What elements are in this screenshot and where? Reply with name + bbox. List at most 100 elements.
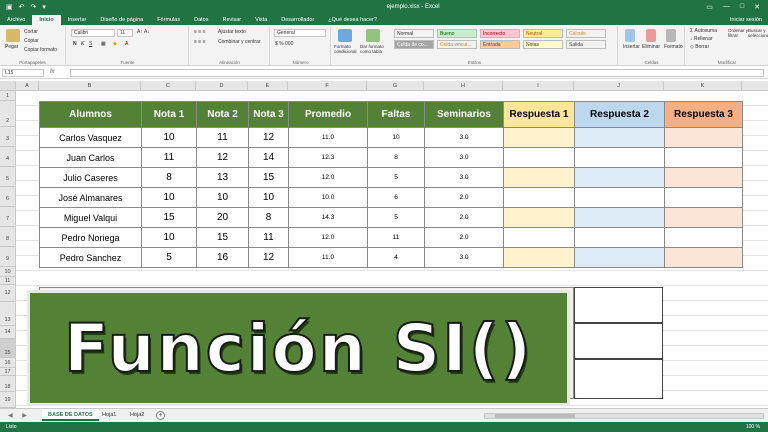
cell-nota-2[interactable]: 12 [196, 147, 249, 168]
cell-respuesta-1[interactable] [503, 227, 575, 248]
cell-alumno[interactable]: José Almanares [39, 187, 142, 208]
fill-color-icon[interactable]: ◆ [113, 41, 117, 47]
currency-icon[interactable]: $ % 000 [275, 41, 293, 47]
style-neutral[interactable]: Neutral [523, 29, 563, 38]
bold-icon[interactable]: N [73, 41, 77, 47]
row-header-4[interactable]: 4 [0, 147, 16, 167]
cell-respuesta-1[interactable] [503, 127, 575, 148]
cell-nota-3[interactable]: 12 [248, 247, 289, 268]
cell-nota-3[interactable]: 14 [248, 147, 289, 168]
insert-button[interactable]: Insertar [623, 44, 640, 50]
header-promedio[interactable]: Promedio [288, 101, 368, 128]
row-header-9[interactable]: 9 [0, 247, 16, 267]
cell-nota-1[interactable]: 5 [141, 247, 197, 268]
side-box-2[interactable] [574, 323, 663, 359]
cell-seminarios[interactable]: 3.0 [424, 167, 504, 188]
cell-alumno[interactable]: Pedro Sanchez [39, 247, 142, 268]
minimize-icon[interactable]: — [723, 3, 730, 11]
column-header-j[interactable]: J [574, 81, 664, 91]
cell-respuesta-3[interactable] [664, 167, 743, 188]
header-respuesta-2[interactable]: Respuesta 2 [574, 101, 665, 128]
cell-respuesta-2[interactable] [574, 147, 665, 168]
cell-respuesta-2[interactable] [574, 247, 665, 268]
side-box-3[interactable] [574, 359, 663, 399]
cell-faltas[interactable]: 4 [367, 247, 425, 268]
italic-icon[interactable]: K [81, 41, 84, 47]
delete-cells-icon[interactable] [646, 29, 656, 42]
redo-icon[interactable]: ↷ [31, 3, 37, 11]
column-header-d[interactable]: D [196, 81, 248, 91]
horizontal-scrollbar[interactable] [484, 413, 764, 419]
number-format-select[interactable]: General [274, 29, 326, 37]
row-header-6[interactable]: 6 [0, 187, 16, 207]
row-header-8[interactable]: 8 [0, 227, 16, 247]
style-incorrecto[interactable]: Incorrecto [480, 29, 520, 38]
header-nota-3[interactable]: Nota 3 [248, 101, 289, 128]
row-header-17[interactable]: 17 [0, 368, 16, 376]
fill-button[interactable]: ↓ Rellenar [690, 36, 713, 42]
conditional-format-icon[interactable] [338, 29, 352, 42]
align-top-icon[interactable]: ≡ ≡ ≡ [194, 29, 206, 35]
cell-faltas[interactable]: 6 [367, 187, 425, 208]
cell-nota-1[interactable]: 10 [141, 187, 197, 208]
tab-datos[interactable]: Datos [187, 15, 215, 25]
cell-nota-2[interactable]: 10 [196, 187, 249, 208]
cell-promedio[interactable]: 10.0 [288, 187, 368, 208]
tab-diseno-pagina[interactable]: Diseño de página [93, 15, 150, 25]
delete-button[interactable]: Eliminar [642, 44, 660, 50]
column-header-a[interactable]: A [16, 81, 39, 91]
find-select-button[interactable]: Buscar y seleccionar [748, 28, 768, 38]
column-header-i[interactable]: I [503, 81, 574, 91]
sheet-tab-hoja2[interactable]: Hoja2 [124, 409, 150, 421]
row-header-7[interactable]: 7 [0, 207, 16, 227]
cell-respuesta-2[interactable] [574, 127, 665, 148]
style-bueno[interactable]: Bueno [437, 29, 477, 38]
style-celda-vinculada[interactable]: Celda vincul... [437, 40, 477, 49]
cell-respuesta-1[interactable] [503, 167, 575, 188]
row-header-3[interactable]: 3 [0, 127, 16, 147]
zoom-level[interactable]: 100 % [746, 422, 760, 432]
cell-respuesta-2[interactable] [574, 227, 665, 248]
row-header-16[interactable]: 16 [0, 358, 16, 368]
clear-button[interactable]: ◇ Borrar [690, 44, 709, 50]
cell-promedio[interactable]: 11.0 [288, 247, 368, 268]
format-painter-button[interactable]: Copiar formato [24, 47, 57, 53]
tab-archivo[interactable]: Archivo [0, 15, 32, 25]
tab-formulas[interactable]: Fórmulas [150, 15, 187, 25]
undo-icon[interactable]: ↶ [19, 3, 25, 11]
cell-nota-3[interactable]: 11 [248, 227, 289, 248]
cell-nota-2[interactable]: 11 [196, 127, 249, 148]
tab-desarrollador[interactable]: Desarrollador [274, 15, 321, 25]
name-box[interactable]: L15 [2, 69, 44, 77]
cut-button[interactable]: Cortar [24, 29, 38, 35]
cell-promedio[interactable]: 12.3 [288, 147, 368, 168]
format-as-table-button[interactable]: Dar formato como tabla [360, 44, 390, 54]
sheet-tab-hoja1[interactable]: Hoja1 [96, 409, 122, 421]
cell-nota-2[interactable]: 13 [196, 167, 249, 188]
cell-alumno[interactable]: Julio Caseres [39, 167, 142, 188]
sort-filter-button[interactable]: Ordenar y filtrar [728, 28, 748, 38]
cell-promedio[interactable]: 12.0 [288, 227, 368, 248]
formula-input[interactable] [70, 69, 764, 77]
cell-faltas[interactable]: 5 [367, 167, 425, 188]
row-header-18[interactable]: 18 [0, 376, 16, 392]
sign-in-link[interactable]: Iniciar sesión [730, 15, 768, 25]
cell-faltas[interactable]: 10 [367, 127, 425, 148]
header-alumnos[interactable]: Alumnos [39, 101, 142, 128]
column-header-g[interactable]: G [367, 81, 424, 91]
cell-nota-2[interactable]: 16 [196, 247, 249, 268]
font-size-select[interactable]: 11 [117, 29, 133, 37]
column-header-b[interactable]: B [39, 81, 141, 91]
sheet-tab-base-de-datos[interactable]: BASE DE DATOS [42, 409, 99, 421]
insert-function-icon[interactable]: fx [50, 69, 55, 75]
header-seminarios[interactable]: Seminarios [424, 101, 504, 128]
cell-respuesta-1[interactable] [503, 187, 575, 208]
cell-seminarios[interactable]: 2.0 [424, 207, 504, 228]
customize-icon[interactable]: ▾ [42, 3, 46, 11]
row-header-15[interactable]: 15 [0, 339, 16, 358]
tell-me-search[interactable]: ¿Qué desea hacer? [321, 15, 384, 25]
maximize-icon[interactable]: □ [740, 3, 744, 11]
style-notas[interactable]: Notas [523, 40, 563, 49]
column-header-k[interactable]: K [664, 81, 742, 91]
cell-faltas[interactable]: 5 [367, 207, 425, 228]
